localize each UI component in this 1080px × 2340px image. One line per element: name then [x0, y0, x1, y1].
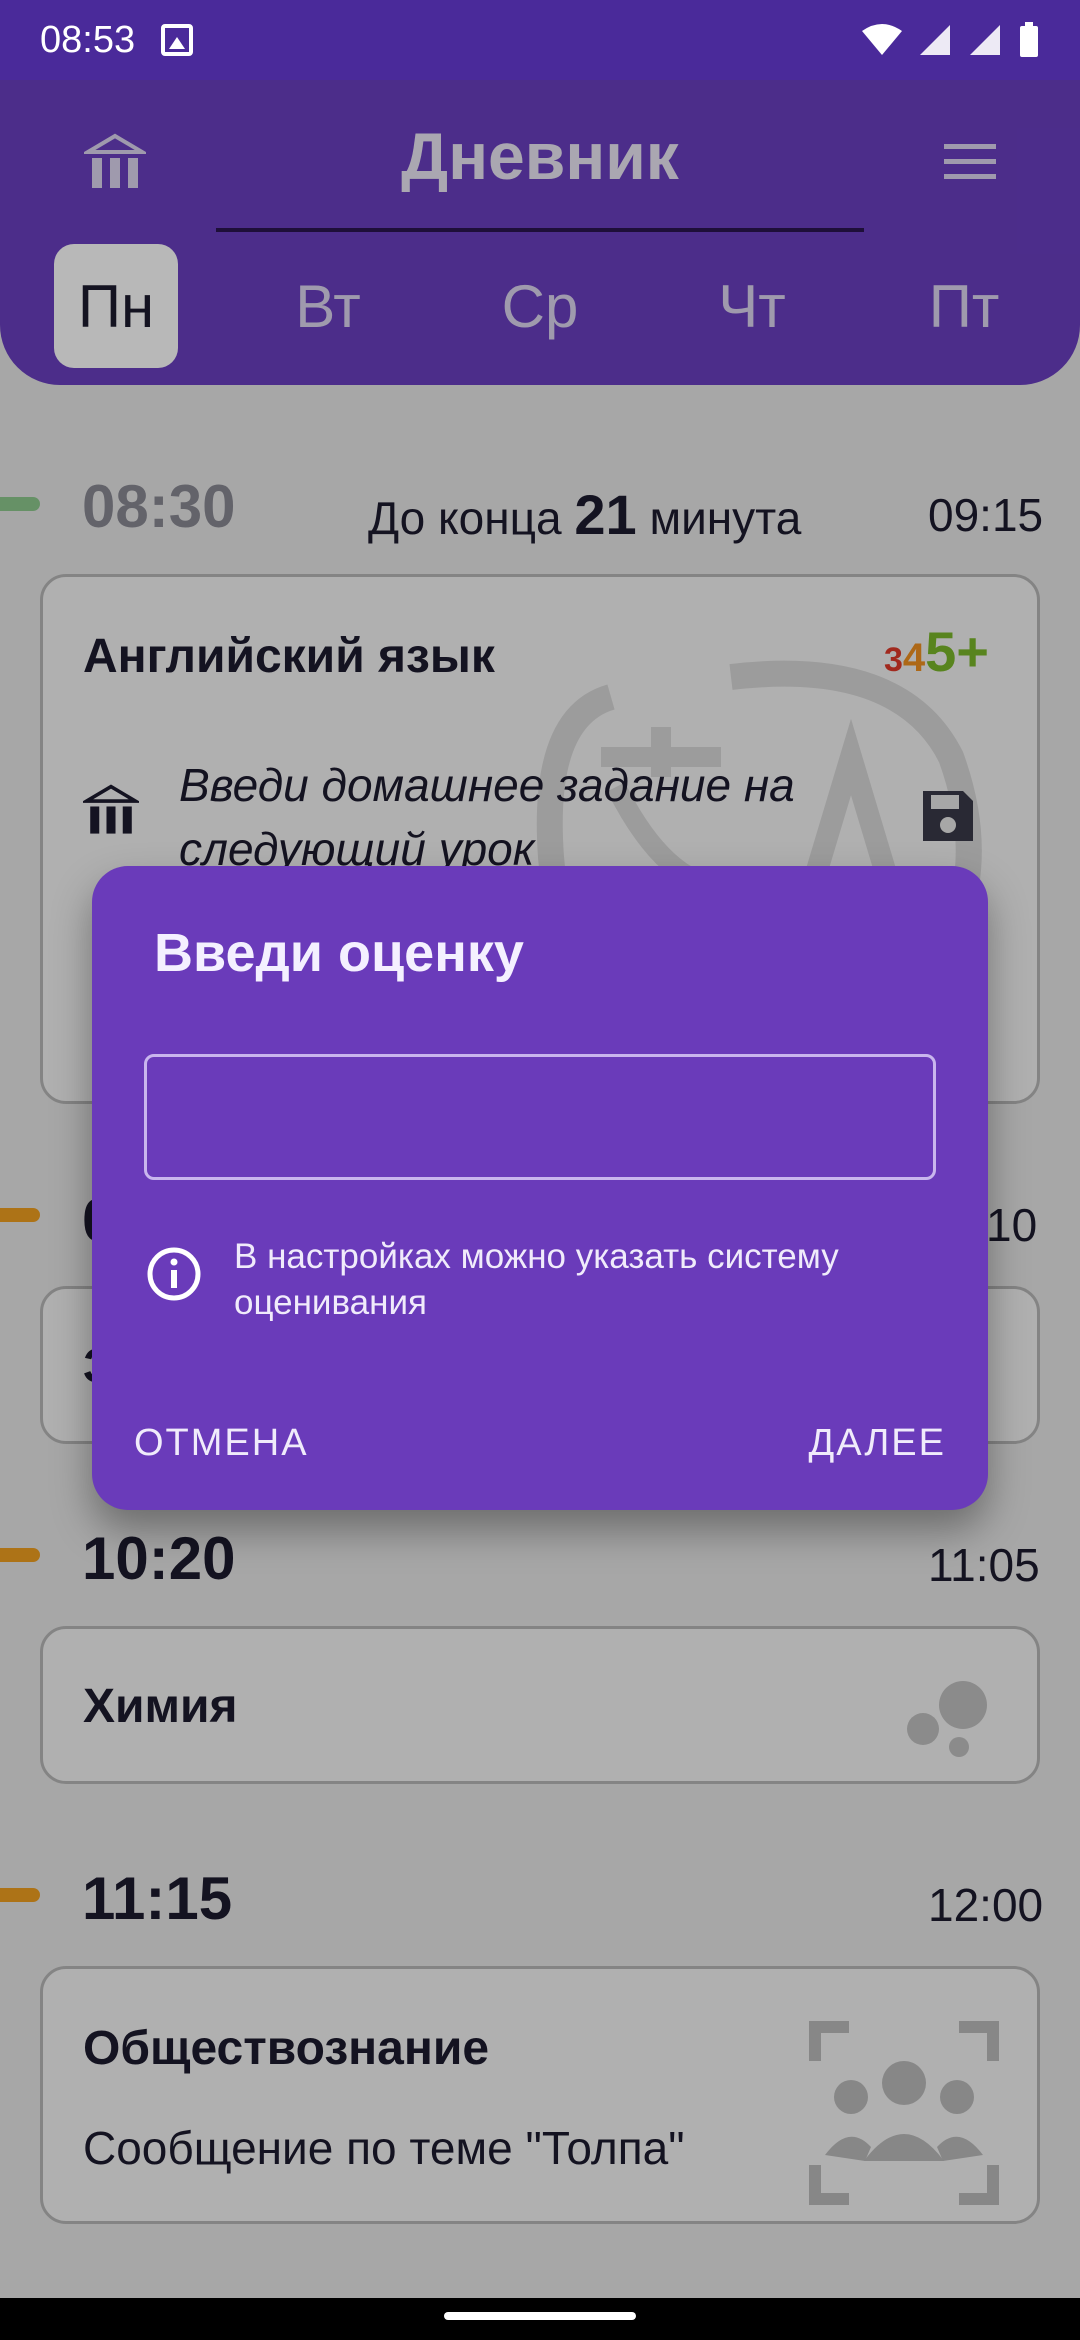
info-icon: [147, 1247, 201, 1301]
battery-icon: [1020, 22, 1038, 57]
dialog-hint: В настройках можно указать систему оцени…: [234, 1237, 839, 1322]
signal-icon-2: [970, 25, 1000, 55]
status-time: 08:53: [40, 18, 136, 61]
grade-input[interactable]: [144, 1054, 936, 1180]
home-gesture-handle[interactable]: [444, 2312, 636, 2320]
status-bar: 08:53: [0, 0, 1080, 80]
grade-dialog: Введи оценку В настройках можно указать …: [92, 866, 988, 1510]
status-icons: [862, 22, 1040, 58]
signal-icon: [920, 25, 950, 55]
next-button[interactable]: ДАЛЕЕ: [808, 1422, 946, 1465]
dialog-title: Введи оценку: [154, 923, 524, 983]
cancel-button[interactable]: ОТМЕНА: [134, 1422, 309, 1465]
image-notification-icon: [161, 24, 194, 56]
navigation-bar: [0, 2298, 1080, 2340]
wifi-icon: [862, 24, 902, 55]
